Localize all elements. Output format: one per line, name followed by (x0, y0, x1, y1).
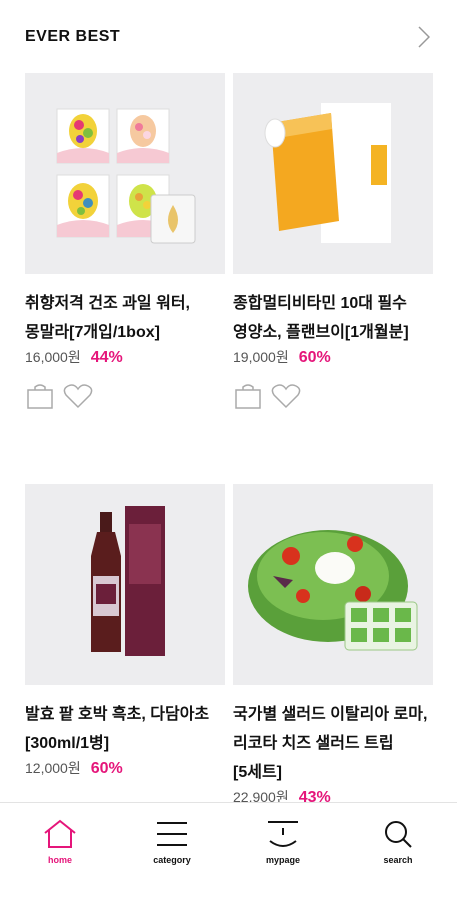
add-to-cart-button[interactable] (25, 381, 55, 411)
more-button[interactable] (412, 24, 436, 50)
product-image-fermented-vinegar[interactable] (25, 484, 225, 685)
tab-mypage[interactable]: mypage (243, 819, 323, 879)
tab-category-label: category (153, 855, 191, 865)
chevron-right-icon (418, 26, 430, 48)
tab-home-label: home (47, 855, 72, 865)
product-price: 12,000원 (25, 760, 81, 776)
search-icon (385, 821, 412, 848)
product-name[interactable]: 발효 팥 호박 흑초, 다담아초[300ml/1병] (25, 700, 225, 758)
heart-icon (271, 384, 301, 409)
product-name[interactable]: 취향저격 건조 과일 워터, 몽말라[7개입/1box] (25, 289, 225, 347)
product-price: 22,900원 (233, 789, 289, 802)
product-price: 19,000원 (233, 349, 289, 365)
price-row: 19,000원 60% (233, 347, 433, 367)
product-actions (25, 381, 225, 411)
product-card[interactable]: 취향저격 건조 과일 워터, 몽말라[7개입/1box] 16,000원 44% (25, 73, 225, 411)
product-actions (233, 381, 433, 411)
product-image-multivitamin[interactable] (233, 73, 433, 274)
price-row: 12,000원 60% (25, 758, 225, 778)
add-to-cart-button[interactable] (233, 381, 263, 411)
shopping-bag-icon (27, 384, 53, 409)
home-icon (44, 819, 76, 848)
product-price: 16,000원 (25, 349, 81, 365)
wishlist-button[interactable] (271, 381, 301, 411)
tab-home[interactable]: home (20, 819, 100, 879)
menu-icon (157, 822, 187, 846)
tab-mypage-label: mypage (265, 855, 300, 865)
price-row: 16,000원 44% (25, 347, 225, 367)
heart-icon (63, 384, 93, 409)
product-card[interactable]: 국가별 샐러드 이탈리아 로마, 리코타 치즈 샐러드 트립[5세트] 22,9… (233, 484, 433, 802)
discount-rate: 43% (298, 789, 331, 802)
product-image-dried-fruit-water[interactable] (25, 73, 225, 274)
wishlist-button[interactable] (63, 381, 93, 411)
shopping-bag-icon (235, 384, 261, 409)
tab-search-label: search (383, 855, 413, 865)
product-image-salad[interactable] (233, 484, 433, 685)
price-row: 22,900원 43% (233, 787, 433, 802)
product-card[interactable]: 종합멀티비타민 10대 필수 영양소, 플랜브이[1개월분] 19,000원 6… (233, 73, 433, 411)
discount-rate: 60% (298, 349, 331, 366)
discount-rate: 44% (90, 349, 123, 366)
bottom-tab-bar: home category mypage search (0, 802, 457, 900)
product-name[interactable]: 국가별 샐러드 이탈리아 로마, 리코타 치즈 샐러드 트립[5세트] (233, 700, 433, 787)
product-name[interactable]: 종합멀티비타민 10대 필수 영양소, 플랜브이[1개월분] (233, 289, 433, 347)
product-card[interactable]: 발효 팥 호박 흑초, 다담아초[300ml/1병] 12,000원 60% (25, 484, 225, 778)
section-title: EVER BEST (25, 28, 121, 45)
tab-category[interactable]: category (132, 819, 212, 879)
product-list[interactable]: 취향저격 건조 과일 워터, 몽말라[7개입/1box] 16,000원 44% (0, 72, 457, 802)
section-header: EVER BEST (0, 0, 457, 72)
discount-rate: 60% (90, 760, 123, 777)
tab-search[interactable]: search (358, 819, 438, 879)
user-face-icon (268, 821, 298, 847)
